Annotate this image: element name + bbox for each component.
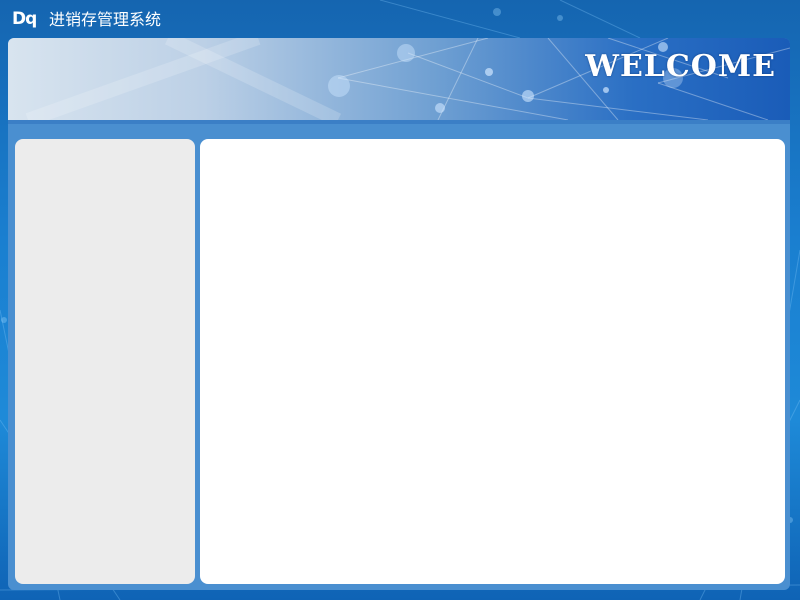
main-frame: WELCOME bbox=[8, 38, 790, 590]
welcome-heading: WELCOME bbox=[585, 49, 776, 84]
app-logo: Dq bbox=[12, 9, 37, 29]
banner-divider bbox=[8, 120, 790, 124]
title-bar: Dq 进销存管理系统 bbox=[0, 0, 800, 38]
app-title: 进销存管理系统 bbox=[49, 10, 162, 29]
content-panel bbox=[200, 139, 785, 584]
welcome-banner: WELCOME bbox=[8, 38, 790, 120]
sidebar-panel bbox=[15, 139, 195, 584]
